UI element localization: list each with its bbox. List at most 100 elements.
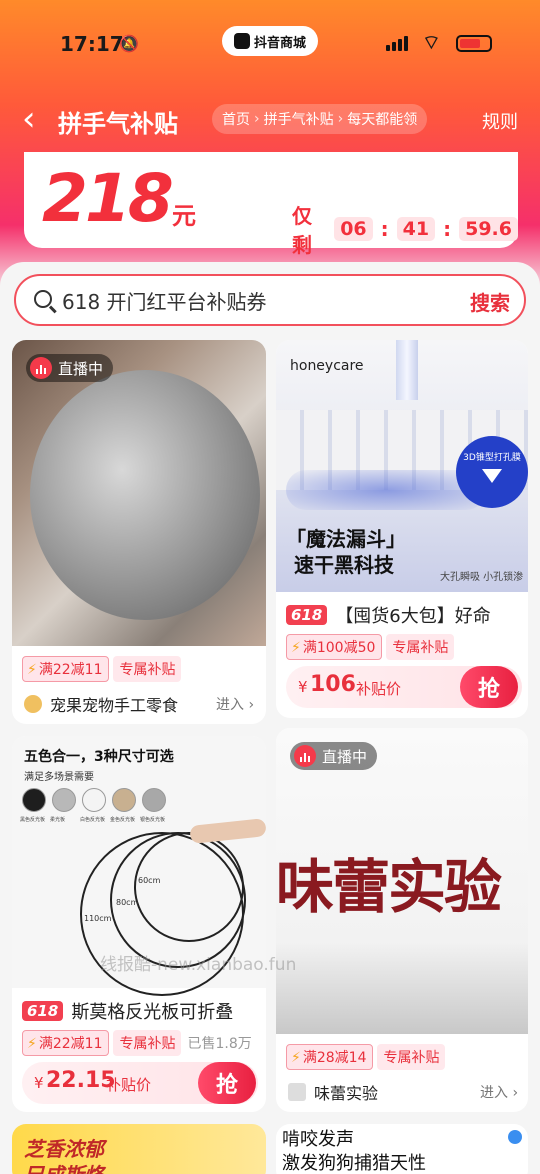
- product-card-live-taste[interactable]: 味蕾实验 直播中 ⚡ 满28减14 专属补贴 味蕾实验 进入 ›: [276, 728, 528, 1112]
- size-label-110: 110cm: [84, 914, 112, 923]
- headline: 「魔法漏斗」 速干黑科技: [286, 527, 406, 577]
- wifi-icon: ⌔: [422, 30, 441, 54]
- back-arrow-icon[interactable]: ‹: [22, 102, 36, 136]
- rules-link[interactable]: 规则: [482, 108, 518, 134]
- grab-button[interactable]: 抢: [198, 1062, 256, 1104]
- banner-text: 味蕾实验: [276, 853, 502, 921]
- swatch-black: [22, 788, 46, 812]
- image-subheading: 满足多场景需要: [24, 772, 94, 783]
- brand-logo: honeycare: [290, 358, 364, 374]
- enter-shop-link[interactable]: 进入 ›: [216, 694, 254, 714]
- swatch-gold: [112, 788, 136, 812]
- status-bar: 17:17 🔕 抖音商城 ⌔: [0, 22, 540, 66]
- product-title-row: 618 【囤货6大包】好命: [286, 602, 522, 628]
- size-label-60: 60cm: [138, 876, 161, 885]
- shop-name: 味蕾实验: [314, 1084, 379, 1103]
- promo-row: ⚡ 满28减14 专属补贴: [286, 1044, 446, 1070]
- pill-label: 抖音商城: [253, 35, 306, 51]
- coupon-tag: ⚡ 满100减50: [286, 634, 383, 660]
- subsidy-banner: 218 元 仅剩 06 : 41 : 59.6: [24, 152, 518, 257]
- shop-name: 宠果宠物手工零食: [50, 696, 179, 715]
- sold-count: 已售1.8万: [187, 1036, 252, 1052]
- search-button[interactable]: 搜索: [470, 287, 510, 316]
- product-title: 斯莫格反光板可折叠: [71, 1002, 234, 1023]
- swatch-soft: [52, 788, 76, 812]
- countdown-label: 仅剩: [292, 204, 312, 257]
- live-thumbnail: [12, 340, 266, 646]
- shop-avatar: [24, 695, 42, 713]
- live-badge: 直播中: [26, 354, 114, 382]
- promo-row: ⚡ 满22减11 专属补贴 已售1.8万: [22, 1030, 252, 1056]
- breadcrumb-daily[interactable]: 每天都能领: [347, 109, 417, 129]
- watermark: 线报酷-new.xianbao.fun: [100, 955, 297, 975]
- shop-avatar: [288, 1083, 306, 1101]
- breadcrumb-home[interactable]: 首页: [222, 109, 250, 129]
- status-time: 17:17: [60, 32, 124, 56]
- dog-toy-text: 啃咬发声 激发狗狗捕猎天性: [282, 1129, 426, 1174]
- price-label: 补贴价: [356, 680, 402, 698]
- download-icon: [508, 1130, 522, 1144]
- 618-badge: 618: [286, 605, 328, 625]
- 3d-film-badge: 3D锥型打孔膜: [456, 436, 528, 508]
- 618-badge: 618: [22, 1001, 64, 1021]
- signal-icon: [386, 36, 408, 51]
- swatch-silver: [142, 788, 166, 812]
- coupon-tag: ⚡ 满22减11: [22, 656, 110, 682]
- coupon-tag: ⚡ 满22减11: [22, 1030, 110, 1056]
- page-title: 拼手气补贴: [58, 110, 178, 138]
- reflector-ring-small: [134, 832, 244, 942]
- enter-shop-link[interactable]: 进入 ›: [480, 1082, 518, 1102]
- search-input[interactable]: [62, 288, 442, 312]
- search-icon: [34, 290, 52, 308]
- product-card-honeycare[interactable]: honeycare 3D锥型打孔膜 「魔法漏斗」 速干黑科技 大孔瞬吸 小孔锁渗…: [276, 340, 528, 718]
- douyin-logo-icon: [233, 33, 250, 49]
- feature-caption: 大孔瞬吸 小孔锁渗: [440, 572, 524, 583]
- battery-icon: [456, 35, 492, 52]
- price-label: 补贴价: [106, 1076, 152, 1094]
- product-card-reflector[interactable]: 五色合一，3种尺寸可选 满足多场景需要 黑色反光板 柔光板 白色反光板 金色反光…: [12, 736, 266, 1112]
- hand-image: [189, 818, 266, 844]
- promo-row: ⚡ 满100减50 专属补贴: [286, 634, 455, 660]
- swatch-row: [22, 788, 166, 812]
- live-bars-icon: [294, 745, 316, 767]
- swatch-labels: 黑色反光板 柔光板 白色反光板 金色反光板 银色反光板: [20, 817, 166, 823]
- size-label-80: 80cm: [116, 898, 139, 907]
- douyin-mall-pill[interactable]: 抖音商城: [222, 26, 318, 56]
- subsidy-unit: 元: [172, 202, 196, 230]
- product-image: honeycare 3D锥型打孔膜 「魔法漏斗」 速干黑科技 大孔瞬吸 小孔锁渗: [276, 340, 528, 592]
- image-heading: 五色合一，3种尺寸可选: [24, 749, 174, 765]
- price-value: 106: [310, 672, 356, 697]
- countdown: 仅剩 06 : 41 : 59.6: [292, 200, 518, 258]
- shop-row[interactable]: 味蕾实验: [288, 1080, 378, 1104]
- exclusive-tag: 专属补贴: [377, 1044, 446, 1070]
- countdown-seconds: 59.6: [459, 217, 518, 241]
- grab-button[interactable]: 抢: [460, 666, 518, 708]
- search-bar: 搜索: [14, 274, 526, 326]
- cheese-promo-text: 芝香浓郁 巳成斯烙: [24, 1137, 104, 1174]
- subsidy-amount: 218: [42, 160, 174, 237]
- live-badge: 直播中: [290, 742, 378, 770]
- exclusive-tag: 专属补贴: [113, 656, 182, 682]
- countdown-hours: 06: [334, 217, 373, 241]
- coupon-tag: ⚡ 满28减14: [286, 1044, 374, 1070]
- live-bars-icon: [30, 357, 52, 379]
- chevron-right-icon: ›: [254, 111, 260, 127]
- bell-muted-icon: 🔕: [119, 34, 139, 53]
- exclusive-tag: 专属补贴: [386, 634, 455, 660]
- funnel-icon: [482, 469, 502, 483]
- breadcrumb: 首页 › 拼手气补贴 › 每天都能领: [212, 104, 428, 134]
- product-title-row: 618 斯莫格反光板可折叠: [22, 998, 260, 1024]
- product-card-live-pet[interactable]: 直播中 ⚡ 满22减11 专属补贴 宠果宠物手工零食 进入 ›: [12, 340, 266, 724]
- product-card-cheese[interactable]: 芝香浓郁 巳成斯烙: [12, 1124, 266, 1174]
- exclusive-tag: 专属补贴: [113, 1030, 182, 1056]
- promo-row: ⚡ 满22减11 专属补贴: [22, 656, 182, 682]
- chevron-right-icon: ›: [337, 111, 344, 127]
- product-card-dog-toy[interactable]: 啃咬发声 激发狗狗捕猎天性: [276, 1124, 528, 1174]
- breadcrumb-subsidy[interactable]: 拼手气补贴: [264, 109, 334, 129]
- nav-bar: ‹ 拼手气补贴 首页 › 拼手气补贴 › 每天都能领 规则: [0, 98, 540, 144]
- shop-row[interactable]: 宠果宠物手工零食: [24, 692, 178, 716]
- live-thumbnail: 味蕾实验: [276, 728, 528, 1034]
- product-title: 【囤货6大包】好命: [335, 606, 491, 627]
- countdown-minutes: 41: [396, 217, 436, 241]
- swatch-white: [82, 788, 106, 812]
